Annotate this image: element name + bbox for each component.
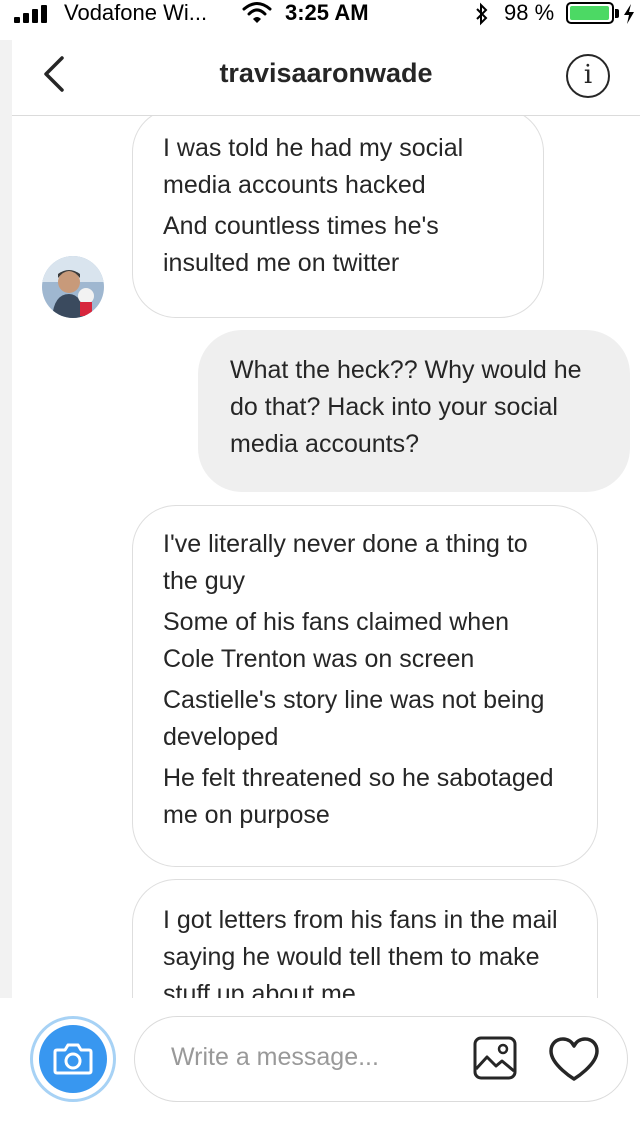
message-thread[interactable]: I was told he had my social media accoun… [0, 116, 640, 998]
dm-screen: Vodafone Wi... 3:25 AM 98 % travisaaronw… [0, 0, 640, 1136]
message-line: And countless times he's insulted me on … [163, 212, 439, 277]
message-bubble-received[interactable]: I was told he had my social media accoun… [132, 116, 544, 318]
message-line: What the heck?? Why would he do that? Ha… [230, 356, 582, 458]
message-line: He felt threatened so he sabotaged me on… [163, 764, 554, 829]
message-composer: Write a message... [0, 998, 640, 1136]
message-line: Some of his fans claimed when Cole Trent… [163, 608, 510, 673]
info-icon[interactable]: i [566, 54, 610, 98]
signal-icon [14, 5, 60, 23]
wifi-icon [242, 2, 272, 23]
contact-avatar[interactable] [42, 256, 104, 318]
heart-icon[interactable] [548, 1036, 600, 1082]
message-bubble-received[interactable]: I got letters from his fans in the mail … [132, 879, 598, 998]
battery-icon [566, 2, 614, 24]
charging-icon [624, 4, 634, 24]
gallery-icon[interactable] [472, 1035, 518, 1081]
avatar-photo [42, 256, 104, 318]
battery-percent: 98 % [504, 0, 555, 25]
camera-icon [39, 1025, 107, 1093]
conversation-username[interactable]: travisaaronwade [12, 58, 640, 89]
status-bar: Vodafone Wi... 3:25 AM 98 % [0, 0, 640, 40]
camera-button[interactable] [30, 1016, 116, 1102]
message-bubble-sent[interactable]: What the heck?? Why would he do that? Ha… [198, 330, 630, 492]
message-bubble-received[interactable]: I've literally never done a thing to the… [132, 505, 598, 867]
message-line: Castielle's story line was not being dev… [163, 686, 545, 751]
bluetooth-icon [476, 2, 488, 26]
conversation-header: travisaaronwade i [12, 40, 640, 116]
battery-tip [615, 9, 619, 18]
battery-level [570, 6, 610, 20]
message-line: I was told he had my social media accoun… [163, 134, 464, 199]
status-time: 3:25 AM [285, 0, 369, 25]
carrier-name: Vodafone Wi... [64, 0, 208, 25]
message-line: I got letters from his fans in the mail … [163, 906, 558, 998]
message-input-placeholder: Write a message... [171, 1043, 379, 1071]
message-line: I've literally never done a thing to the… [163, 530, 528, 595]
